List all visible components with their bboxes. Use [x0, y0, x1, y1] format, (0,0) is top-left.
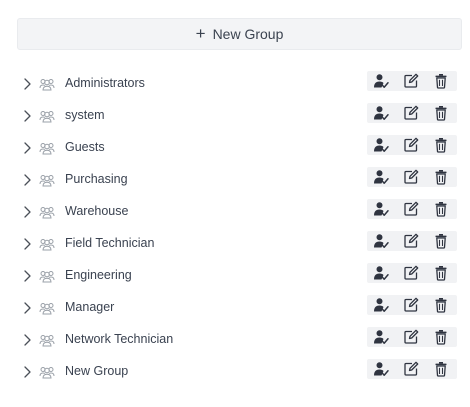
row-actions [367, 71, 457, 91]
group-name[interactable]: Administrators [65, 76, 145, 90]
user-check-icon[interactable] [373, 201, 389, 217]
edit-icon[interactable] [403, 297, 419, 313]
edit-icon[interactable] [403, 201, 419, 217]
group-name[interactable]: Engineering [65, 268, 132, 282]
row-actions [367, 263, 457, 283]
chevron-right-icon[interactable] [21, 77, 33, 91]
group-name[interactable]: Guests [65, 140, 105, 154]
chevron-right-icon[interactable] [21, 109, 33, 123]
new-group-label: New Group [212, 26, 284, 42]
users-icon [39, 141, 55, 155]
group-name[interactable]: Network Technician [65, 332, 173, 346]
group-row: Network Technician [0, 324, 470, 356]
group-name[interactable]: Purchasing [65, 172, 128, 186]
users-icon [39, 109, 55, 123]
group-row: Purchasing [0, 164, 470, 196]
group-name[interactable]: system [65, 108, 105, 122]
group-row: Warehouse [0, 196, 470, 228]
group-name[interactable]: Manager [65, 300, 114, 314]
plus-icon: + [195, 23, 206, 43]
users-icon [39, 269, 55, 283]
group-row: Guests [0, 132, 470, 164]
users-icon [39, 333, 55, 347]
edit-icon[interactable] [403, 233, 419, 249]
user-check-icon[interactable] [373, 265, 389, 281]
edit-icon[interactable] [403, 137, 419, 153]
user-check-icon[interactable] [373, 329, 389, 345]
chevron-right-icon[interactable] [21, 333, 33, 347]
trash-icon[interactable] [433, 265, 449, 281]
users-icon [39, 301, 55, 315]
trash-icon[interactable] [433, 233, 449, 249]
group-row: Manager [0, 292, 470, 324]
group-row: system [0, 100, 470, 132]
edit-icon[interactable] [403, 105, 419, 121]
group-name[interactable]: Warehouse [65, 204, 128, 218]
user-check-icon[interactable] [373, 233, 389, 249]
chevron-right-icon[interactable] [21, 301, 33, 315]
user-check-icon[interactable] [373, 137, 389, 153]
trash-icon[interactable] [433, 297, 449, 313]
chevron-right-icon[interactable] [21, 141, 33, 155]
edit-icon[interactable] [403, 73, 419, 89]
new-group-button[interactable]: + New Group [17, 18, 462, 50]
users-icon [39, 365, 55, 379]
group-row: Field Technician [0, 228, 470, 260]
row-actions [367, 135, 457, 155]
edit-icon[interactable] [403, 329, 419, 345]
user-check-icon[interactable] [373, 73, 389, 89]
row-actions [367, 327, 457, 347]
row-actions [367, 103, 457, 123]
group-name[interactable]: New Group [65, 364, 128, 378]
trash-icon[interactable] [433, 361, 449, 377]
trash-icon[interactable] [433, 201, 449, 217]
users-icon [39, 173, 55, 187]
trash-icon[interactable] [433, 137, 449, 153]
user-check-icon[interactable] [373, 297, 389, 313]
users-icon [39, 237, 55, 251]
trash-icon[interactable] [433, 329, 449, 345]
edit-icon[interactable] [403, 265, 419, 281]
user-check-icon[interactable] [373, 169, 389, 185]
edit-icon[interactable] [403, 361, 419, 377]
chevron-right-icon[interactable] [21, 269, 33, 283]
group-row: Engineering [0, 260, 470, 292]
row-actions [367, 199, 457, 219]
row-actions [367, 295, 457, 315]
group-row: Administrators [0, 68, 470, 100]
chevron-right-icon[interactable] [21, 205, 33, 219]
user-check-icon[interactable] [373, 361, 389, 377]
user-check-icon[interactable] [373, 105, 389, 121]
users-icon [39, 77, 55, 91]
trash-icon[interactable] [433, 169, 449, 185]
edit-icon[interactable] [403, 169, 419, 185]
trash-icon[interactable] [433, 105, 449, 121]
row-actions [367, 359, 457, 379]
trash-icon[interactable] [433, 73, 449, 89]
chevron-right-icon[interactable] [21, 173, 33, 187]
chevron-right-icon[interactable] [21, 237, 33, 251]
group-name[interactable]: Field Technician [65, 236, 154, 250]
row-actions [367, 231, 457, 251]
users-icon [39, 205, 55, 219]
chevron-right-icon[interactable] [21, 365, 33, 379]
group-row: New Group [0, 356, 470, 388]
row-actions [367, 167, 457, 187]
